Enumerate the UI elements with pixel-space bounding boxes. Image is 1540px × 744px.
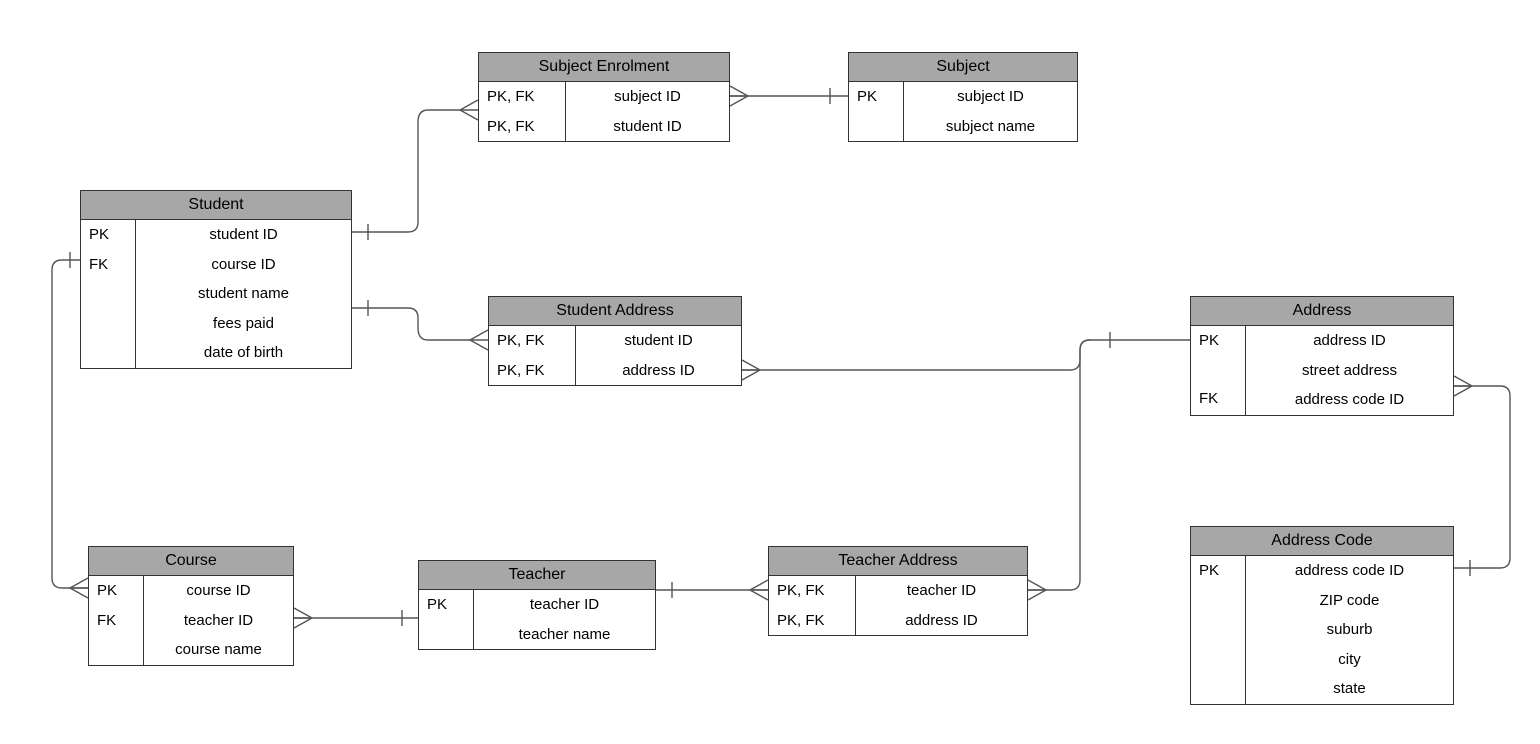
- entity-subject: Subject PK subject ID subject name: [848, 52, 1078, 142]
- field-cell: student ID: [566, 112, 729, 142]
- entity-student: Student PK FK student ID course ID stude…: [80, 190, 352, 369]
- key-cell: FK: [81, 250, 135, 280]
- key-cell: [1191, 642, 1245, 670]
- entity-title: Subject Enrolment: [479, 53, 729, 82]
- entity-teacher-address: Teacher Address PK, FK PK, FK teacher ID…: [768, 546, 1028, 636]
- entity-subject-enrolment: Subject Enrolment PK, FK PK, FK subject …: [478, 52, 730, 142]
- entity-title: Subject: [849, 53, 1077, 82]
- entity-title: Student Address: [489, 297, 741, 326]
- entity-title: Address: [1191, 297, 1453, 326]
- key-cell: PK, FK: [479, 82, 565, 112]
- key-cell: PK: [89, 576, 143, 606]
- field-cell: teacher name: [474, 620, 655, 650]
- field-cell: address code ID: [1246, 556, 1453, 586]
- field-cell: subject name: [904, 112, 1077, 142]
- key-cell: PK: [419, 590, 473, 620]
- entity-student-address: Student Address PK, FK PK, FK student ID…: [488, 296, 742, 386]
- field-cell: teacher ID: [856, 576, 1027, 606]
- field-cell: course ID: [144, 576, 293, 606]
- key-cell: [81, 335, 135, 363]
- key-cell: [81, 279, 135, 307]
- key-cell: [89, 635, 143, 663]
- entity-title: Address Code: [1191, 527, 1453, 556]
- entity-title: Course: [89, 547, 293, 576]
- key-cell: [81, 307, 135, 335]
- field-cell: fees paid: [136, 309, 351, 339]
- key-cell: PK, FK: [479, 112, 565, 142]
- key-cell: [1191, 356, 1245, 384]
- field-cell: subject ID: [566, 82, 729, 112]
- field-cell: student name: [136, 279, 351, 309]
- field-cell: address ID: [856, 606, 1027, 636]
- key-cell: PK: [1191, 326, 1245, 356]
- key-cell: FK: [89, 606, 143, 636]
- key-cell: PK: [81, 220, 135, 250]
- key-cell: PK: [849, 82, 903, 112]
- entity-title: Teacher: [419, 561, 655, 590]
- key-cell: [1191, 614, 1245, 642]
- field-cell: street address: [1246, 356, 1453, 386]
- key-cell: PK, FK: [769, 606, 855, 636]
- key-cell: [419, 620, 473, 648]
- field-cell: student ID: [136, 220, 351, 250]
- field-cell: suburb: [1246, 615, 1453, 645]
- field-cell: ZIP code: [1246, 586, 1453, 616]
- field-cell: teacher ID: [144, 606, 293, 636]
- field-cell: course name: [144, 635, 293, 665]
- key-cell: FK: [1191, 384, 1245, 414]
- field-cell: city: [1246, 645, 1453, 675]
- entity-title: Teacher Address: [769, 547, 1027, 576]
- field-cell: subject ID: [904, 82, 1077, 112]
- entity-course: Course PK FK course ID teacher ID course…: [88, 546, 294, 666]
- entity-address-code: Address Code PK address code ID ZIP code…: [1190, 526, 1454, 705]
- entity-address: Address PK FK address ID street address …: [1190, 296, 1454, 416]
- key-cell: PK, FK: [489, 356, 575, 386]
- entity-title: Student: [81, 191, 351, 220]
- field-cell: address ID: [1246, 326, 1453, 356]
- er-diagram-canvas: Student PK FK student ID course ID stude…: [0, 0, 1540, 744]
- field-cell: student ID: [576, 326, 741, 356]
- entity-teacher: Teacher PK teacher ID teacher name: [418, 560, 656, 650]
- field-cell: state: [1246, 674, 1453, 704]
- key-cell: [1191, 586, 1245, 614]
- field-cell: date of birth: [136, 338, 351, 368]
- key-cell: PK, FK: [489, 326, 575, 356]
- key-cell: [1191, 670, 1245, 698]
- key-cell: PK: [1191, 556, 1245, 586]
- field-cell: address ID: [576, 356, 741, 386]
- field-cell: course ID: [136, 250, 351, 280]
- field-cell: address code ID: [1246, 385, 1453, 415]
- field-cell: teacher ID: [474, 590, 655, 620]
- key-cell: PK, FK: [769, 576, 855, 606]
- key-cell: [849, 112, 903, 140]
